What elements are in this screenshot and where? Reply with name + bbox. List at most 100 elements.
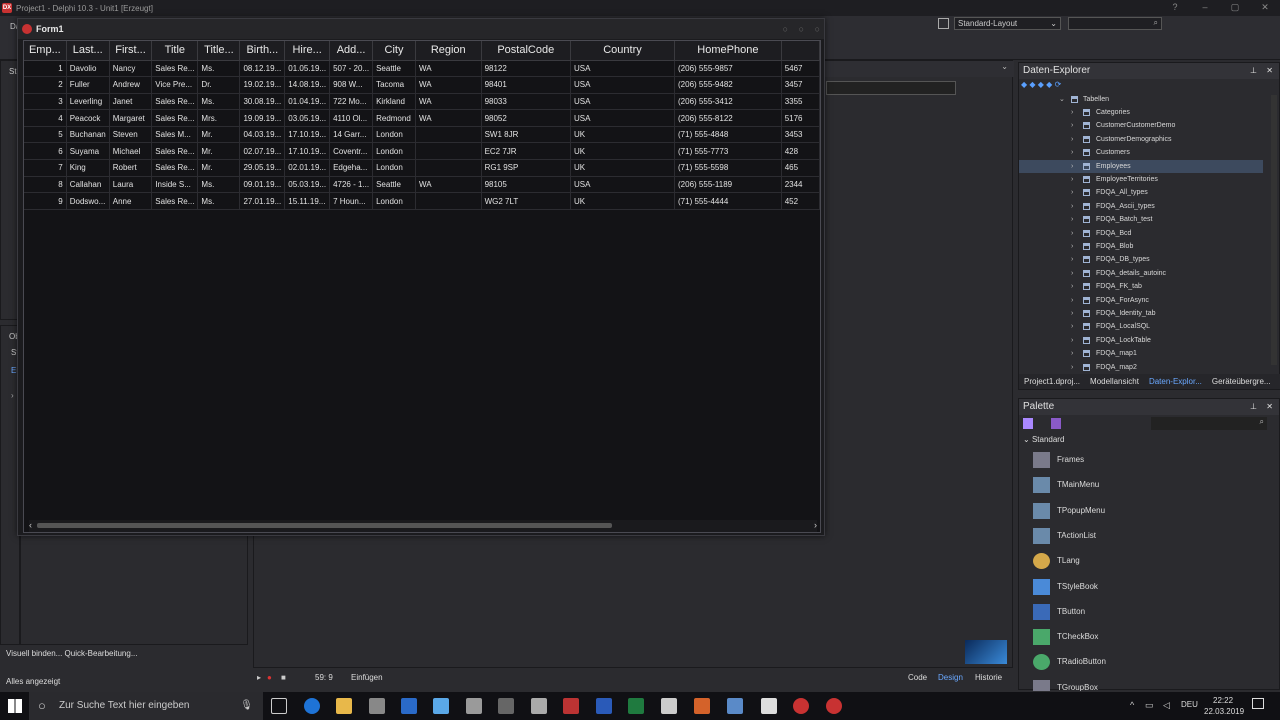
tab-device[interactable]: Geräteübergre... — [1207, 374, 1276, 389]
grid-cell[interactable]: (206) 555-9857 — [674, 60, 782, 78]
chevron-right-icon[interactable]: › — [1071, 146, 1079, 159]
grid-cell[interactable]: Ms. — [197, 192, 241, 210]
grid-cell[interactable]: Sales Re... — [151, 93, 199, 111]
grid-cell[interactable]: USA — [570, 76, 676, 94]
grid-header-cell[interactable]: First... — [109, 41, 153, 61]
grid-cell[interactable]: EC2 7JR — [481, 142, 571, 161]
grid-cell[interactable]: 2344 — [781, 176, 820, 194]
maximize-icon[interactable]: ▢ — [1220, 0, 1250, 16]
microphone-icon[interactable]: 🎙 — [240, 692, 253, 720]
grid-cell[interactable]: Davolio — [66, 60, 110, 78]
scroll-left-icon[interactable]: ‹ — [29, 520, 32, 530]
grid-cell[interactable]: Peacock — [66, 109, 110, 127]
grid-cell[interactable]: Sales Re... — [151, 192, 199, 210]
network-icon[interactable]: ▭ — [1145, 700, 1154, 711]
tab-project[interactable]: Project1.dproj... — [1019, 374, 1085, 389]
chevron-right-icon[interactable]: › — [1071, 119, 1079, 132]
grid-cell[interactable]: 17.10.19... — [284, 126, 331, 144]
grid-cell[interactable]: 908 W... — [329, 76, 374, 94]
grid-cell[interactable]: 4110 Ol... — [329, 109, 374, 127]
grid-cell[interactable]: USA — [570, 109, 676, 127]
stop-icon[interactable]: ■ — [281, 670, 286, 686]
tree-item[interactable]: › Customers — [1019, 146, 1263, 159]
chevron-right-icon[interactable]: › — [1071, 267, 1079, 280]
app-icon[interactable] — [466, 698, 482, 714]
windows-start-icon[interactable] — [8, 699, 22, 713]
grid-cell[interactable]: 03.05.19... — [284, 109, 331, 127]
grid-cell[interactable]: 30.08.19... — [239, 93, 286, 111]
grid-cell[interactable]: 7 Houn... — [329, 192, 374, 210]
tab-code[interactable]: Code — [908, 670, 927, 686]
grid-cell[interactable]: (71) 555-5598 — [674, 159, 782, 177]
tree-item[interactable]: › FDQA_Identity_tab — [1019, 307, 1263, 320]
grid-cell[interactable]: Seattle — [372, 176, 416, 194]
grid-cell[interactable]: Nancy — [109, 60, 153, 78]
chevron-right-icon[interactable]: › — [11, 391, 14, 400]
grid-cell[interactable]: 1 — [24, 60, 67, 78]
table-row[interactable]: 2 Fuller Andrew Vice Pre... Dr. 19.02.19... 14… — [24, 76, 820, 94]
grid-cell[interactable]: Callahan — [66, 176, 110, 194]
layout-icon[interactable] — [938, 18, 949, 29]
table-row[interactable]: 9 Dodswo... Anne Sales Re... Ms. 27.01.19... 1… — [24, 192, 820, 210]
grid-header-cell[interactable]: Title — [151, 41, 199, 61]
grid-cell[interactable]: Leverling — [66, 93, 110, 111]
grid-cell[interactable]: UK — [570, 142, 676, 161]
play-icon[interactable]: ▸ — [257, 670, 261, 686]
grid-cell[interactable]: (71) 555-4444 — [674, 192, 782, 210]
grid-cell[interactable]: Anne — [109, 192, 153, 210]
grid-cell[interactable]: Steven — [109, 126, 153, 144]
employees-grid[interactable]: Emp... Last... First... Title Title... Birth.… — [23, 40, 821, 533]
chevron-right-icon[interactable]: › — [1071, 227, 1079, 240]
palette-search-input[interactable]: ⌕ — [1151, 417, 1267, 430]
tree-item[interactable]: › FDQA_Blob — [1019, 240, 1263, 253]
tree-item[interactable]: › FDQA_Bcd — [1019, 227, 1263, 240]
palette-tool-icon[interactable] — [1023, 418, 1033, 429]
grid-cell[interactable]: WA — [415, 93, 482, 111]
grid-cell[interactable]: WG2 7LT — [481, 192, 571, 210]
settings-icon[interactable] — [761, 698, 777, 714]
chevron-right-icon[interactable]: › — [1071, 361, 1079, 374]
chevron-right-icon[interactable]: › — [1071, 186, 1079, 199]
tree-item[interactable]: › Categories — [1019, 106, 1263, 119]
grid-cell[interactable]: Mr. — [197, 159, 241, 177]
grid-cell[interactable]: UK — [570, 126, 676, 144]
close-icon[interactable]: ○ — [815, 19, 820, 39]
grid-cell[interactable]: 4726 - 1... — [329, 176, 374, 194]
grid-cell[interactable]: 98401 — [481, 76, 571, 94]
grid-cell[interactable]: Mr. — [197, 126, 241, 144]
tree-item[interactable]: › FDQA_ForAsync — [1019, 294, 1263, 307]
pin-icon[interactable]: ⊥ — [1250, 63, 1257, 79]
grid-cell[interactable]: 452 — [781, 192, 820, 210]
grid-cell[interactable]: 01.04.19... — [284, 93, 331, 111]
grid-cell[interactable]: Vice Pre... — [151, 76, 199, 94]
grid-cell[interactable]: Kirkland — [372, 93, 416, 111]
tree-item[interactable]: › CustomerCustomerDemo — [1019, 119, 1263, 132]
grid-cell[interactable]: Suyama — [66, 142, 110, 161]
clock-date[interactable]: 22.03.2019 — [1204, 707, 1244, 716]
binding-links[interactable]: Visuell binden... Quick-Bearbeitung... — [6, 649, 137, 658]
grid-cell[interactable]: WA — [415, 176, 482, 194]
grid-cell[interactable]: London — [372, 192, 416, 210]
grid-cell[interactable]: 19.02.19... — [239, 76, 286, 94]
grid-header-cell[interactable]: Emp... — [24, 41, 67, 61]
arrow-up-icon[interactable]: ◆ — [1029, 80, 1035, 89]
grid-cell[interactable]: King — [66, 159, 110, 177]
grid-header-cell[interactable]: Hire... — [284, 41, 331, 61]
grid-cell[interactable]: 17.10.19... — [284, 142, 331, 161]
input-language[interactable]: DEU — [1181, 700, 1198, 709]
grid-cell[interactable]: Robert — [109, 159, 153, 177]
grid-header-cell[interactable]: Country — [570, 41, 676, 61]
grid-cell[interactable]: 98122 — [481, 60, 571, 78]
notifications-icon[interactable] — [1252, 698, 1264, 709]
grid-header-cell[interactable]: HomePhone — [674, 41, 782, 61]
tree-item[interactable]: › FDQA_Ascii_types — [1019, 200, 1263, 213]
grid-cell[interactable]: Dr. — [197, 76, 241, 94]
app-icon[interactable] — [531, 698, 547, 714]
grid-cell[interactable]: USA — [570, 60, 676, 78]
grid-cell[interactable]: SW1 8JR — [481, 126, 571, 144]
grid-cell[interactable]: (71) 555-7773 — [674, 142, 782, 161]
grid-cell[interactable]: 7 — [24, 159, 67, 177]
chevron-right-icon[interactable]: › — [1071, 133, 1079, 146]
grid-cell[interactable]: 3453 — [781, 126, 820, 144]
chevron-right-icon[interactable]: › — [1071, 160, 1079, 173]
